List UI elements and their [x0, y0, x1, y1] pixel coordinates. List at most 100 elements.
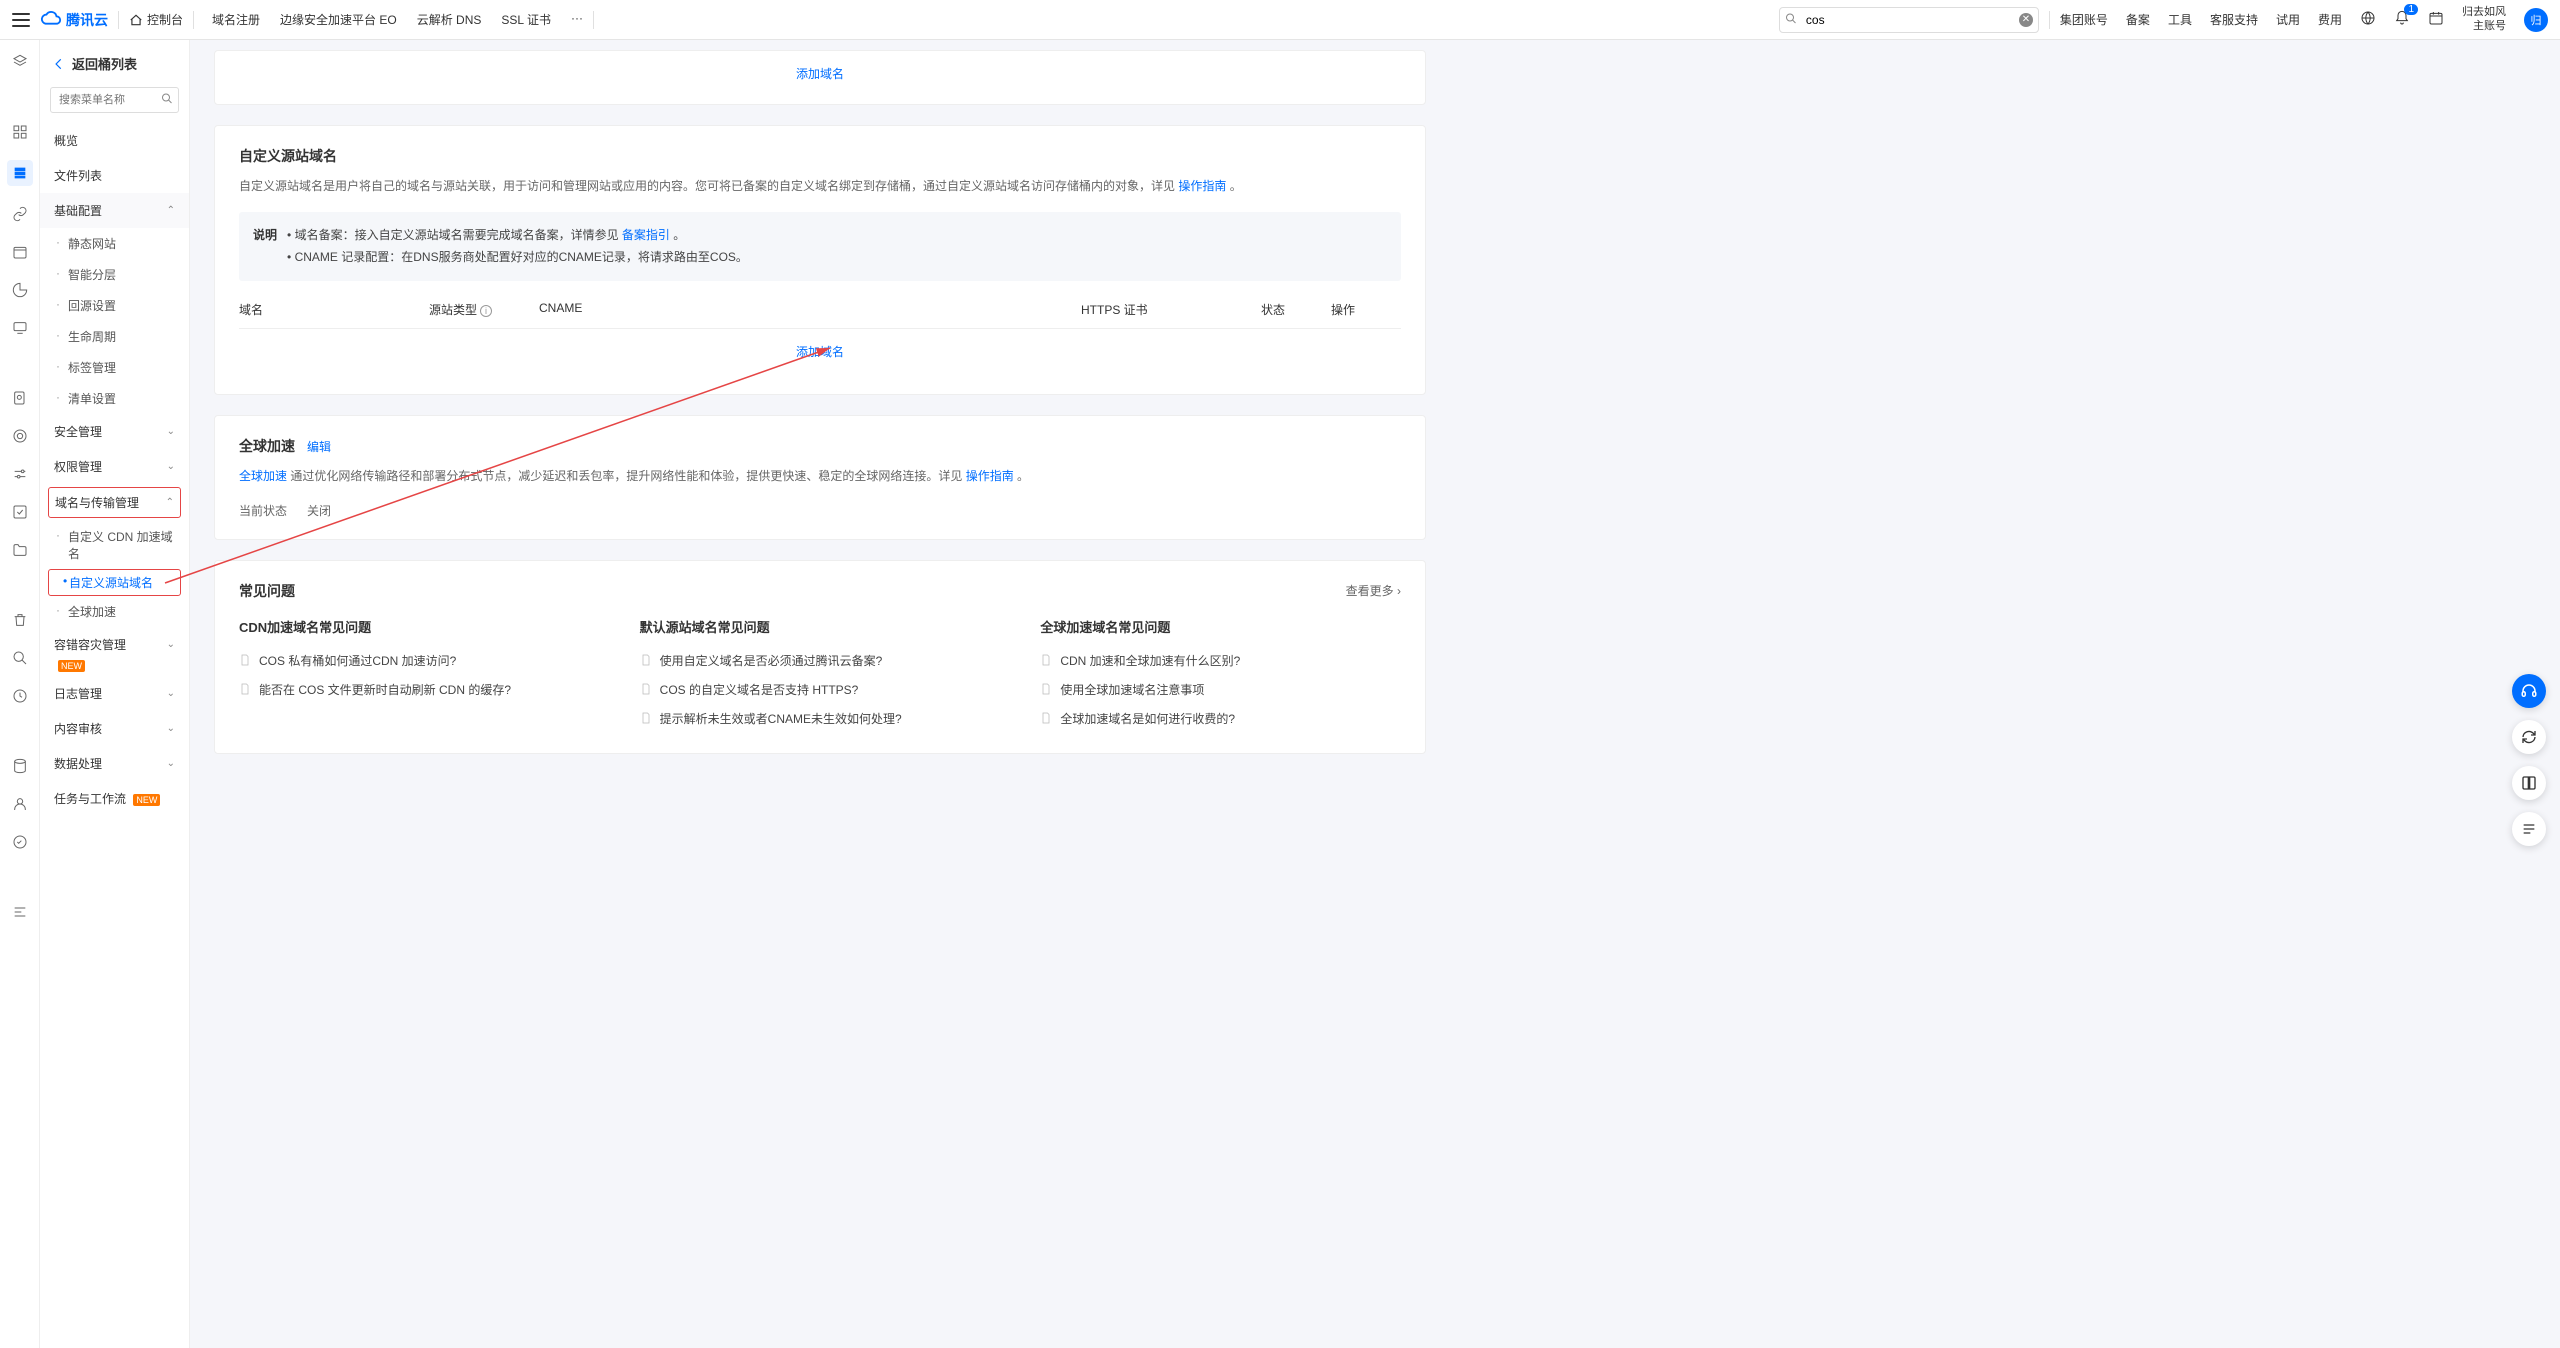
console-link[interactable]: 控制台: [129, 11, 183, 28]
rail-clock-icon[interactable]: [10, 686, 30, 706]
rail-home-icon[interactable]: [10, 52, 30, 72]
faq-item[interactable]: 全球加速域名是如何进行收费的?: [1040, 704, 1401, 733]
chevron-down-icon: ⌄: [167, 639, 175, 650]
back-to-buckets[interactable]: 返回桶列表: [40, 40, 189, 87]
link-beian[interactable]: 备案: [2126, 11, 2150, 28]
faq-item[interactable]: 使用全球加速域名注意事项: [1040, 675, 1401, 704]
link-group-account[interactable]: 集团账号: [2060, 11, 2108, 28]
menu-origin-setting[interactable]: 回源设置: [40, 290, 189, 321]
sidebar-search-input[interactable]: [50, 87, 179, 113]
note-box: 说明 • 域名备案：接入自定义源站域名需要完成域名备案，详情参见 备案指引 。 …: [239, 212, 1401, 282]
nav-domain-register[interactable]: 域名注册: [212, 11, 260, 28]
rail-user-icon[interactable]: [10, 794, 30, 814]
clear-search-icon[interactable]: ✕: [2019, 13, 2033, 27]
nav-more[interactable]: ···: [571, 11, 583, 28]
book-icon[interactable]: [2512, 766, 2546, 800]
calendar-icon[interactable]: [2428, 10, 2444, 29]
global-accel-link[interactable]: 全球加速: [239, 469, 287, 483]
menu-inventory[interactable]: 清单设置: [40, 383, 189, 414]
beian-guide-link[interactable]: 备案指引: [622, 228, 670, 242]
global-search-input[interactable]: [1779, 7, 2039, 33]
faq-item[interactable]: 能否在 COS 文件更新时自动刷新 CDN 的缓存?: [239, 675, 600, 704]
rail-doc-search-icon[interactable]: [10, 388, 30, 408]
brand-logo[interactable]: 腾讯云: [40, 9, 108, 31]
rail-collapse-icon[interactable]: [10, 902, 30, 922]
globe-icon[interactable]: [2360, 10, 2376, 29]
info-icon[interactable]: i: [480, 305, 492, 317]
headset-icon[interactable]: [2512, 674, 2546, 708]
rail-target-icon[interactable]: [10, 426, 30, 446]
menu-intelligent-tier[interactable]: 智能分层: [40, 259, 189, 290]
faq-item[interactable]: CDN 加速和全球加速有什么区别?: [1040, 646, 1401, 675]
th-domain: 域名: [239, 301, 429, 318]
card-placeholder-top: 添加域名: [214, 50, 1426, 105]
menu-data-process[interactable]: 数据处理⌄: [40, 746, 189, 781]
nav-edge[interactable]: 边缘安全加速平台 EO: [280, 11, 397, 28]
console-text: 控制台: [147, 11, 183, 28]
menu-custom-cdn-domain[interactable]: 自定义 CDN 加速域名: [40, 521, 189, 569]
rail-sync-icon[interactable]: [10, 832, 30, 852]
rail-pie-icon[interactable]: [10, 280, 30, 300]
rail-folder-icon[interactable]: [10, 540, 30, 560]
brand-text: 腾讯云: [66, 10, 108, 30]
menu-baseconf[interactable]: 基础配置⌃: [40, 193, 189, 228]
faq-more-link[interactable]: 查看更多 ›: [1346, 582, 1401, 599]
menu-domain-transfer[interactable]: 域名与传输管理⌃: [48, 487, 181, 518]
menu-log[interactable]: 日志管理⌄: [40, 676, 189, 711]
rail-calendar-icon[interactable]: [10, 242, 30, 262]
menu-tags[interactable]: 标签管理: [40, 352, 189, 383]
chevron-down-icon: ⌄: [167, 461, 175, 472]
link-tools[interactable]: 工具: [2168, 11, 2192, 28]
rail-sliders-icon[interactable]: [10, 464, 30, 484]
faq-item[interactable]: COS 的自定义域名是否支持 HTTPS?: [640, 675, 1001, 704]
add-domain-link-1[interactable]: 添加域名: [796, 67, 844, 81]
refresh-icon[interactable]: [2512, 720, 2546, 754]
menu-security[interactable]: 安全管理⌄: [40, 414, 189, 449]
menu-permission[interactable]: 权限管理⌄: [40, 449, 189, 484]
guide-link[interactable]: 操作指南: [966, 469, 1014, 483]
edit-link[interactable]: 编辑: [307, 438, 331, 455]
faq-col-title: 全球加速域名常见问题: [1040, 617, 1401, 636]
status-row: 当前状态 关闭: [239, 502, 1401, 519]
nav-dns[interactable]: 云解析 DNS: [417, 11, 482, 28]
add-domain-link-2[interactable]: 添加域名: [796, 345, 844, 359]
avatar[interactable]: 归: [2524, 8, 2548, 32]
rail-trash-icon[interactable]: [10, 610, 30, 630]
rail-link-icon[interactable]: [10, 204, 30, 224]
th-origin-type: 源站类型i: [429, 301, 539, 318]
rail-grid-icon[interactable]: [10, 122, 30, 142]
menu-overview[interactable]: 概览: [40, 123, 189, 158]
section-desc: 自定义源站域名是用户将自己的域名与源站关联，用于访问和管理网站或应用的内容。您可…: [239, 176, 1401, 198]
menu-label: 内容审核: [54, 720, 102, 737]
icon-rail: [0, 40, 40, 1348]
rail-db-icon[interactable]: [10, 756, 30, 776]
menu-fault-tolerance[interactable]: 容错容灾管理⌄: [40, 627, 189, 662]
menu-content-audit[interactable]: 内容审核⌄: [40, 711, 189, 746]
section-title: 全球加速: [239, 436, 295, 456]
user-name: 归去如风: [2462, 6, 2506, 19]
menu-custom-origin-domain[interactable]: 自定义源站域名: [48, 569, 181, 596]
new-badge: NEW: [58, 660, 85, 672]
rail-check-icon[interactable]: [10, 502, 30, 522]
menu-static-site[interactable]: 静态网站: [40, 228, 189, 259]
faq-item[interactable]: 提示解析未生效或者CNAME未生效如何处理?: [640, 704, 1001, 733]
link-billing[interactable]: 费用: [2318, 11, 2342, 28]
card-global-accel: 全球加速 编辑 全球加速 通过优化网络传输路径和部署分布式节点，减少延迟和丢包率…: [214, 415, 1426, 540]
menu-lifecycle[interactable]: 生命周期: [40, 321, 189, 352]
menu-toggle-icon[interactable]: [12, 13, 30, 27]
link-support[interactable]: 客服支持: [2210, 11, 2258, 28]
menu-global-accel[interactable]: 全球加速: [40, 596, 189, 627]
list-icon[interactable]: [2512, 812, 2546, 846]
rail-zoom-icon[interactable]: [10, 648, 30, 668]
user-info[interactable]: 归去如风 主账号: [2462, 6, 2506, 32]
rail-monitor-icon[interactable]: [10, 318, 30, 338]
nav-ssl[interactable]: SSL 证书: [501, 11, 551, 28]
bell-icon[interactable]: 1: [2394, 10, 2410, 29]
faq-item[interactable]: 使用自定义域名是否必须通过腾讯云备案?: [640, 646, 1001, 675]
menu-filelist[interactable]: 文件列表: [40, 158, 189, 193]
menu-workflow[interactable]: 任务与工作流 NEW: [40, 781, 189, 816]
rail-storage-icon[interactable]: [7, 160, 33, 186]
faq-item[interactable]: COS 私有桶如何通过CDN 加速访问?: [239, 646, 600, 675]
link-trial[interactable]: 试用: [2276, 11, 2300, 28]
guide-link[interactable]: 操作指南: [1178, 179, 1226, 193]
